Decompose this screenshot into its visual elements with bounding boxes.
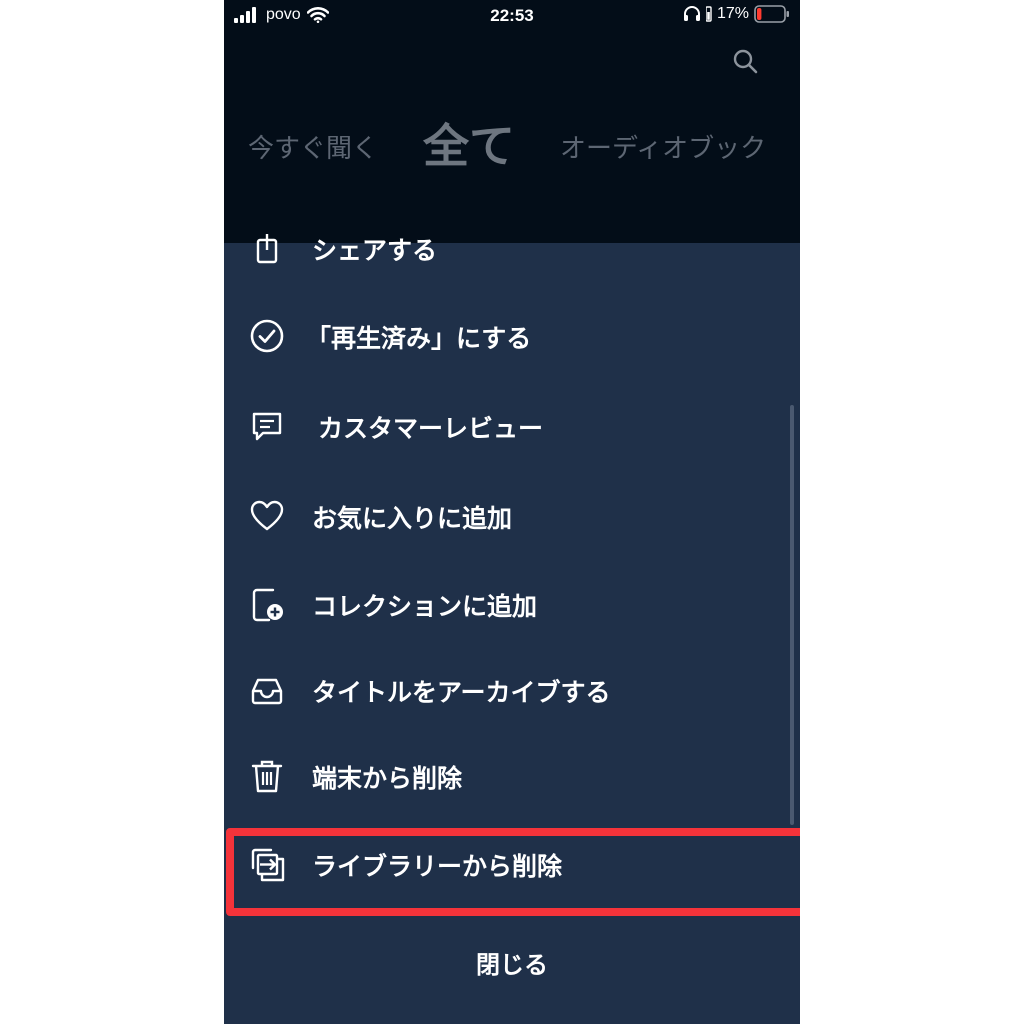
tab-all[interactable]: 全て — [423, 110, 515, 176]
battery-charging-indicator-icon — [705, 6, 712, 22]
status-right: 17% — [683, 5, 790, 23]
menu-item-share[interactable]: シェアする — [224, 218, 800, 278]
menu-item-add-favorite[interactable]: お気に入りに追加 — [224, 486, 800, 546]
menu-item-label: 端末から削除 — [312, 764, 463, 793]
heart-icon — [250, 500, 284, 531]
menu-item-customer-review[interactable]: カスタマーレビュー — [224, 396, 800, 456]
search-icon[interactable] — [732, 48, 758, 74]
scrollbar[interactable] — [790, 405, 794, 825]
menu-item-mark-played[interactable]: 「再生済み」にする — [224, 306, 800, 366]
check-circle-icon — [250, 319, 284, 353]
trash-icon — [251, 760, 283, 793]
menu-item-remove-from-device[interactable]: 端末から削除 — [224, 746, 800, 806]
collection-add-icon — [252, 588, 283, 622]
header-area: povo 22:53 17% 今すぐ聞く 全て オーディオブック — [224, 0, 800, 243]
chat-bubble-icon — [252, 412, 282, 441]
close-button[interactable]: 閉じる — [224, 940, 800, 990]
menu-item-label: カスタマーレビュー — [318, 414, 544, 443]
status-bar: povo 22:53 17% — [224, 0, 800, 34]
headphones-icon — [683, 6, 700, 21]
menu-item-add-collection[interactable]: コレクションに追加 — [224, 574, 800, 634]
share-icon — [256, 234, 278, 264]
tab-audiobooks[interactable]: オーディオブック — [560, 128, 766, 165]
menu-item-label: お気に入りに追加 — [312, 504, 513, 533]
menu-item-remove-from-library[interactable]: ライブラリーから削除 — [224, 834, 800, 894]
tab-bar: 今すぐ聞く 全て オーディオブック — [224, 104, 800, 174]
menu-item-label: 「再生済み」にする — [306, 324, 532, 353]
menu-item-label: シェアする — [312, 236, 438, 265]
library-remove-icon — [251, 848, 285, 882]
menu-item-label: タイトルをアーカイブする — [312, 678, 611, 707]
menu-item-label: ライブラリーから削除 — [312, 852, 563, 881]
archive-tray-icon — [251, 678, 283, 705]
menu-item-label: コレクションに追加 — [312, 592, 538, 621]
battery-percent: 17% — [716, 5, 749, 22]
menu-item-archive-title[interactable]: タイトルをアーカイブする — [224, 660, 800, 720]
tab-listen-now[interactable]: 今すぐ聞く — [248, 128, 378, 165]
phone-screen: povo 22:53 17% 今すぐ聞く 全て オーディオブック シェアする 「… — [224, 0, 800, 1024]
battery-icon — [754, 5, 789, 23]
